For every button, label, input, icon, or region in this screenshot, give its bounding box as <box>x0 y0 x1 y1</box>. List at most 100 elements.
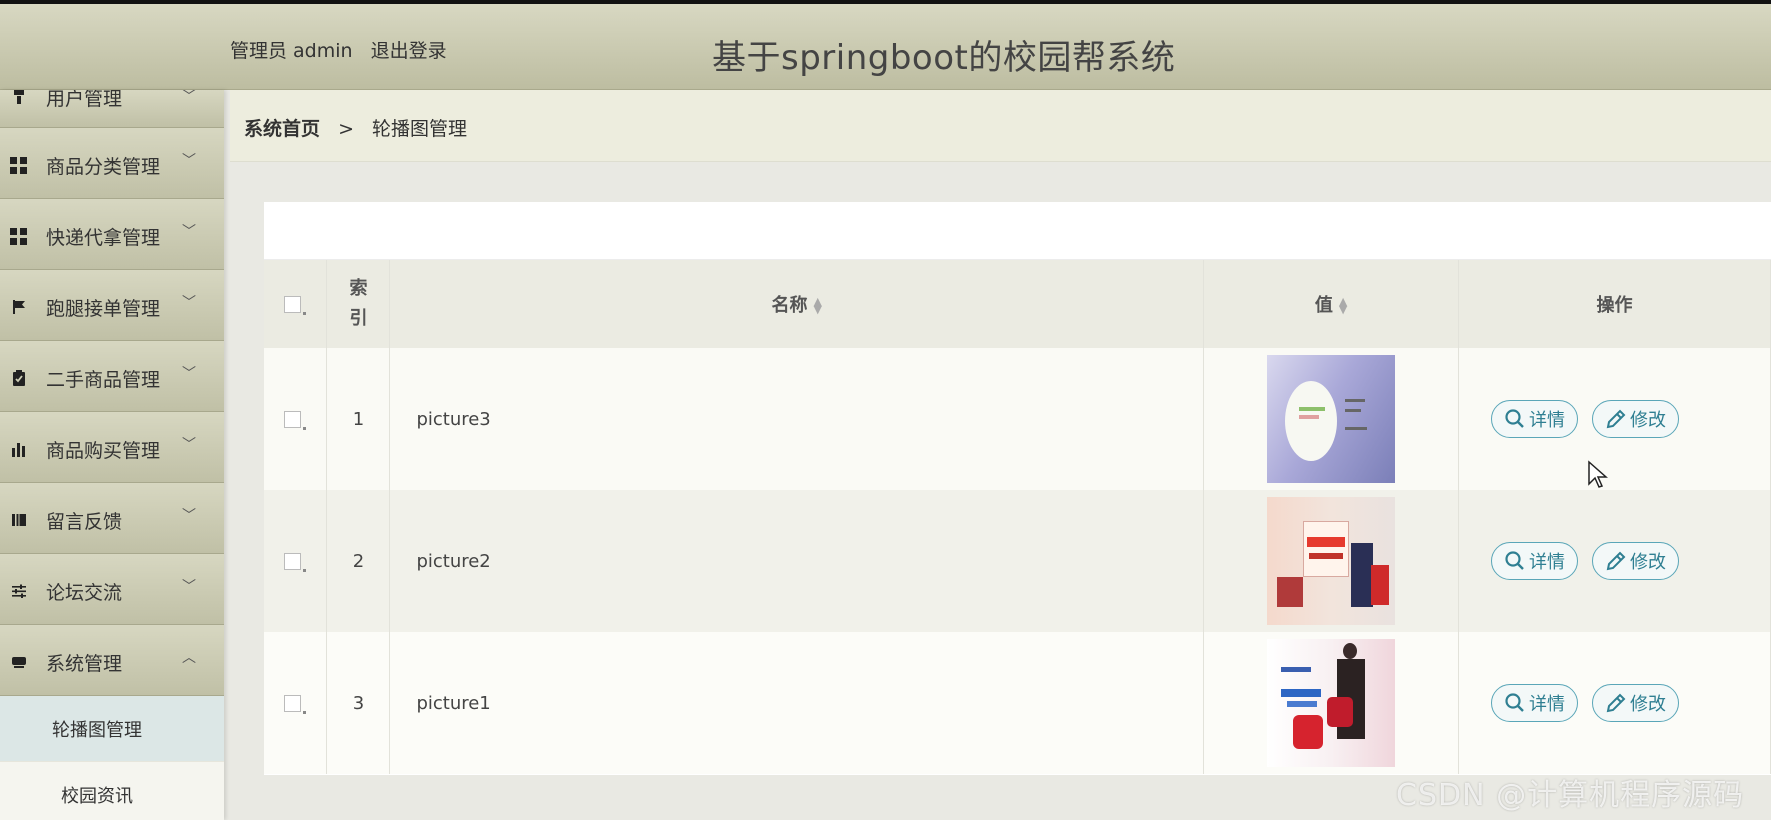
row-checkbox[interactable] <box>284 411 302 428</box>
search-icon <box>1505 693 1524 712</box>
table-row: 1 picture3 详情 修改 <box>264 348 1771 490</box>
select-all-checkbox[interactable] <box>284 296 302 313</box>
detail-button-label: 详情 <box>1529 410 1566 431</box>
row-actions: 详情 修改 <box>1458 348 1771 490</box>
row-image-cell <box>1203 490 1460 632</box>
select-all-cell <box>264 260 328 348</box>
pencil-icon <box>1606 551 1626 571</box>
chevron-down-icon: ﹀ <box>182 508 196 524</box>
breadcrumb-home-link[interactable]: 系统首页 <box>244 118 320 140</box>
row-image-cell <box>1203 632 1460 774</box>
row-index: 1 <box>326 348 391 490</box>
table-row: 3 picture1 详情 修改 <box>264 632 1771 774</box>
row-name: picture3 <box>389 348 1205 490</box>
sidebar-item-label: 留言反馈 <box>46 511 123 533</box>
sliders-icon <box>10 583 28 601</box>
sort-icon[interactable]: ▲ ▼ <box>1339 296 1347 315</box>
sidebar-item-errand-management[interactable]: 跑腿接单管理 ﹀ <box>0 270 224 341</box>
carousel-image-thumbnail[interactable] <box>1267 355 1396 483</box>
sidebar-item-secondhand-management[interactable]: 二手商品管理 ﹀ <box>0 341 224 412</box>
sidebar-item-label: 快递代拿管理 <box>46 227 161 249</box>
user-icon <box>10 90 28 107</box>
chevron-up-icon: ︿ <box>182 650 196 666</box>
admin-label: 管理员 admin <box>230 40 353 62</box>
grid-icon <box>10 156 28 175</box>
flag-icon <box>10 299 28 317</box>
row-select-cell <box>264 490 328 632</box>
sidebar-item-feedback[interactable]: 留言反馈 ﹀ <box>0 483 224 554</box>
mouse-cursor-icon <box>1588 460 1608 488</box>
chevron-down-icon: ﹀ <box>182 153 196 169</box>
carousel-image-thumbnail[interactable] <box>1267 639 1396 767</box>
sidebar-item-label: 用户管理 <box>46 90 123 110</box>
edit-button[interactable]: 修改 <box>1592 400 1680 438</box>
sidebar-subitem-label: 校园资讯 <box>61 785 133 807</box>
carousel-table: 索引 名称 ▲ ▼ 值 ▲ ▼ 操作 1 picture3 详情 修改 2 pi… <box>264 260 1771 774</box>
bar-chart-icon <box>10 441 28 459</box>
row-checkbox[interactable] <box>284 695 302 712</box>
detail-button-label: 详情 <box>1529 552 1566 573</box>
chevron-down-icon: ﹀ <box>182 295 196 311</box>
breadcrumb: 系统首页 > 轮播图管理 <box>244 114 467 141</box>
detail-button[interactable]: 详情 <box>1491 542 1579 580</box>
breadcrumb-current: 轮播图管理 <box>372 118 468 140</box>
sidebar-item-user-management[interactable]: 用户管理 ﹀ <box>0 90 224 128</box>
chevron-down-icon: ﹀ <box>182 579 196 595</box>
search-toolbar <box>264 202 1771 260</box>
content-panel: 索引 名称 ▲ ▼ 值 ▲ ▼ 操作 1 picture3 详情 修改 2 pi… <box>264 202 1771 775</box>
sidebar-subitem-campus-news[interactable]: 校园资讯 <box>0 762 224 820</box>
edit-button[interactable]: 修改 <box>1592 542 1680 580</box>
edit-button-label: 修改 <box>1630 410 1667 431</box>
sidebar-item-purchase-management[interactable]: 商品购买管理 ﹀ <box>0 412 224 483</box>
table-header-row: 索引 名称 ▲ ▼ 值 ▲ ▼ 操作 <box>264 260 1771 348</box>
chevron-down-icon: ﹀ <box>182 224 196 240</box>
chevron-down-icon: ﹀ <box>182 437 196 453</box>
sort-icon[interactable]: ▲ ▼ <box>814 296 822 315</box>
sidebar-item-system-management[interactable]: 系统管理 ︿ <box>0 625 224 696</box>
clipboard-check-icon <box>10 369 28 388</box>
index-header-label: 索引 <box>349 278 368 329</box>
sidebar-item-express-management[interactable]: 快递代拿管理 ﹀ <box>0 199 224 270</box>
row-actions: 详情 修改 <box>1458 632 1771 774</box>
sidebar-subitem-carousel[interactable]: 轮播图管理 <box>0 696 224 762</box>
chevron-down-icon: ﹀ <box>182 90 196 105</box>
name-header[interactable]: 名称 ▲ ▼ <box>389 260 1205 348</box>
detail-button-label: 详情 <box>1529 694 1566 715</box>
edit-button-label: 修改 <box>1630 694 1667 715</box>
sidebar-item-label: 商品分类管理 <box>46 156 161 178</box>
table-row: 2 picture2 详情 修改 <box>264 490 1771 632</box>
sidebar-item-label: 商品购买管理 <box>46 440 161 462</box>
sidebar-item-category-management[interactable]: 商品分类管理 ﹀ <box>0 128 224 199</box>
value-header[interactable]: 值 ▲ ▼ <box>1203 260 1460 348</box>
sidebar-item-label: 跑腿接单管理 <box>46 298 161 320</box>
detail-button[interactable]: 详情 <box>1491 400 1579 438</box>
row-index: 2 <box>326 490 391 632</box>
index-header: 索引 <box>326 260 391 348</box>
breadcrumb-separator: > <box>338 118 354 140</box>
system-title: 基于springboot的校园帮系统 <box>712 38 1176 78</box>
sidebar-item-forum[interactable]: 论坛交流 ﹀ <box>0 554 224 625</box>
pencil-icon <box>1606 693 1626 713</box>
edit-button-label: 修改 <box>1630 552 1667 573</box>
actions-header: 操作 <box>1458 260 1771 348</box>
carousel-image-thumbnail[interactable] <box>1267 497 1396 625</box>
value-header-label: 值 <box>1314 295 1333 316</box>
search-icon <box>1505 551 1524 570</box>
top-header: 管理员 admin 退出登录 基于springboot的校园帮系统 <box>0 4 1771 90</box>
row-select-cell <box>264 348 328 490</box>
row-checkbox[interactable] <box>284 553 302 570</box>
search-icon <box>1505 409 1524 428</box>
row-name: picture2 <box>389 490 1205 632</box>
chevron-down-icon: ﹀ <box>182 366 196 382</box>
book-icon <box>10 512 28 530</box>
logout-link[interactable]: 退出登录 <box>371 40 447 62</box>
user-info: 管理员 admin 退出登录 <box>230 36 447 63</box>
row-image-cell <box>1203 348 1460 490</box>
sidebar-menu: 用户管理 ﹀ 商品分类管理 ﹀ 快递代拿管理 ﹀ 跑腿接单管理 ﹀ 二手商品管理… <box>0 90 224 820</box>
grid-icon <box>10 227 28 246</box>
monitor-icon <box>10 654 28 672</box>
actions-header-label: 操作 <box>1596 295 1633 316</box>
sidebar-subitem-label: 轮播图管理 <box>52 719 142 741</box>
edit-button[interactable]: 修改 <box>1592 684 1680 722</box>
detail-button[interactable]: 详情 <box>1491 684 1579 722</box>
